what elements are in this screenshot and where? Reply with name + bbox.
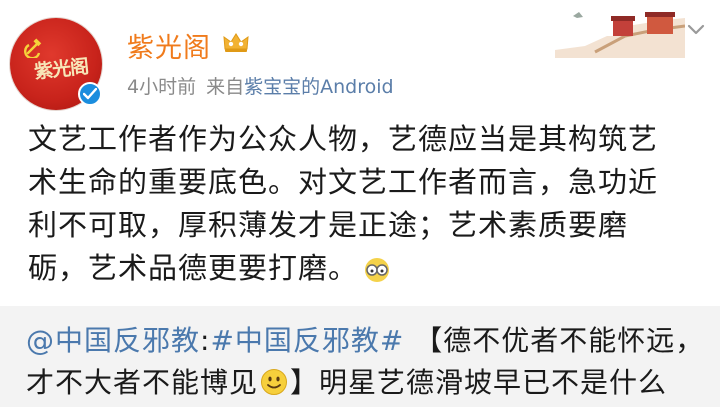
source-prefix: 来自 bbox=[206, 76, 245, 98]
great-wall-decoration bbox=[555, 12, 685, 58]
smile-emoji-icon bbox=[261, 369, 288, 395]
hammer-sickle-icon bbox=[24, 38, 42, 58]
post-line: 砺，艺术品德更要打磨。 bbox=[28, 251, 359, 285]
repost-line-1: @中国反邪教:#中国反邪教# 【德不优者不能怀远， bbox=[26, 320, 706, 362]
chevron-down-icon[interactable] bbox=[687, 24, 705, 36]
repost-text-3: 】明星艺德滑坡早已不是什么 bbox=[290, 366, 668, 399]
username[interactable]: 紫光阁 bbox=[127, 26, 211, 65]
post-content: 文艺工作者作为公众人物，艺德应当是其构筑艺 术生命的重要底色。对文艺工作者而言，… bbox=[28, 118, 698, 290]
post-line: 文艺工作者作为公众人物，艺德应当是其构筑艺 bbox=[28, 122, 659, 156]
verified-badge-icon bbox=[78, 82, 102, 106]
repost-text-2: 才不大者不能博见 bbox=[26, 366, 259, 399]
repost-colon: : bbox=[200, 324, 211, 357]
post-line: 术生命的重要底色。对文艺工作者而言，急功近 bbox=[28, 165, 659, 199]
crown-vip-icon bbox=[223, 33, 249, 52]
post-meta: 4小时前 来自紫宝宝的Android bbox=[127, 72, 394, 99]
post-header: 紫光阁 紫光阁 4小时前 来自紫宝宝的Android bbox=[0, 0, 720, 118]
glasses-emoji-icon bbox=[365, 258, 390, 282]
post-line-last: 砺，艺术品德更要打磨。 bbox=[28, 247, 698, 290]
repost-card[interactable]: @中国反邪教:#中国反邪教# 【德不优者不能怀远， 才不大者不能博见 】明星艺德… bbox=[0, 306, 720, 407]
post-line: 利不可取，厚积薄发才是正途；艺术素质要磨 bbox=[28, 208, 629, 242]
avatar-calligraphy: 紫光阁 bbox=[33, 55, 90, 84]
hashtag-link[interactable]: #中国反邪教# bbox=[210, 324, 404, 357]
post-time: 4小时前 bbox=[127, 76, 197, 98]
repost-line-2: 才不大者不能博见 】明星艺德滑坡早已不是什么 bbox=[26, 362, 706, 404]
source-link[interactable]: 紫宝宝的Android bbox=[244, 76, 393, 98]
repost-content: @中国反邪教:#中国反邪教# 【德不优者不能怀远， 才不大者不能博见 】明星艺德… bbox=[26, 320, 706, 404]
mention-link[interactable]: @中国反邪教 bbox=[26, 324, 200, 357]
repost-text-1: 【德不优者不能怀远， bbox=[404, 324, 705, 357]
